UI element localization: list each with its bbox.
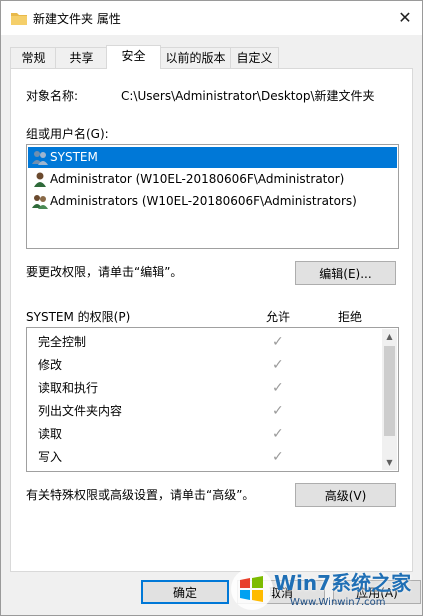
- object-name-value: C:\Users\Administrator\Desktop\新建文件夹: [121, 89, 375, 103]
- tab-general[interactable]: 常规: [10, 47, 57, 68]
- object-name-label: 对象名称:: [26, 89, 79, 103]
- scroll-up-icon[interactable]: ▲: [382, 329, 397, 344]
- list-item-administrator[interactable]: Administrator (W10EL-20180606F\Administr…: [28, 169, 397, 190]
- close-icon: ✕: [398, 8, 412, 27]
- tab-customize[interactable]: 自定义: [230, 47, 279, 68]
- list-item: 写入 ✓: [28, 446, 381, 469]
- allow-header: 允许: [266, 310, 291, 324]
- advanced-prompt: 有关特殊权限或高级设置，请单击“高级”。: [26, 488, 255, 502]
- list-item: 读取 ✓: [28, 423, 381, 446]
- groups-label: 组或用户名(G):: [26, 127, 109, 141]
- permissions-title: SYSTEM 的权限(P): [26, 310, 131, 324]
- advanced-button[interactable]: 高级(V): [295, 483, 396, 507]
- folder-icon: [11, 13, 27, 25]
- window-title: 新建文件夹 属性: [33, 12, 121, 26]
- title-bar: 新建文件夹 属性 ✕: [1, 1, 422, 35]
- check-icon: ✓: [272, 426, 284, 442]
- check-icon: ✓: [272, 380, 284, 396]
- scroll-down-icon[interactable]: ▼: [382, 455, 397, 470]
- close-button[interactable]: ✕: [388, 1, 422, 35]
- watermark-url: Www.Winwin7.com: [290, 597, 386, 608]
- groups-list[interactable]: SYSTEM Administrator (W10EL-20180606F\Ad…: [26, 144, 399, 249]
- check-icon: ✓: [272, 403, 284, 419]
- check-icon: ✓: [272, 449, 284, 465]
- check-icon: ✓: [272, 357, 284, 373]
- list-item-system[interactable]: SYSTEM: [28, 147, 397, 168]
- tab-previous-versions[interactable]: 以前的版本: [159, 47, 232, 68]
- security-panel: 对象名称: C:\Users\Administrator\Desktop\新建文…: [10, 68, 413, 572]
- watermark: Win7系统之家 Www.Winwin7.com: [230, 565, 420, 615]
- watermark-brand: Win7系统之家: [274, 571, 412, 595]
- edit-button[interactable]: 编辑(E)...: [295, 261, 396, 285]
- list-item-administrators[interactable]: Administrators (W10EL-20180606F\Administ…: [28, 191, 397, 212]
- permissions-scrollbar[interactable]: ▲ ▼: [382, 329, 397, 470]
- tab-sharing[interactable]: 共享: [55, 47, 108, 68]
- windows-logo-icon: [231, 568, 273, 610]
- list-item: 列出文件夹内容 ✓: [28, 400, 381, 423]
- group-users-icon: [32, 151, 48, 165]
- list-item: 修改 ✓: [28, 354, 381, 377]
- permissions-list[interactable]: 完全控制 ✓ 修改 ✓ 读取和执行 ✓ 列出文件夹内容 ✓ 读取 ✓ 写入 ✓: [26, 327, 399, 472]
- list-item: 完全控制 ✓: [28, 331, 381, 354]
- check-icon: ✓: [272, 334, 284, 350]
- ok-button[interactable]: 确定: [141, 580, 229, 604]
- edit-prompt: 要更改权限，请单击“编辑”。: [26, 265, 183, 279]
- list-item: 读取和执行 ✓: [28, 377, 381, 400]
- group-users-icon: [32, 195, 48, 209]
- user-icon: [34, 172, 46, 187]
- scroll-thumb[interactable]: [384, 346, 395, 436]
- deny-header: 拒绝: [338, 310, 363, 324]
- properties-window: 新建文件夹 属性 ✕ 常规 共享 安全 以前的版本 自定义 对象名称: C:\U…: [0, 0, 423, 616]
- tab-security[interactable]: 安全: [106, 45, 161, 69]
